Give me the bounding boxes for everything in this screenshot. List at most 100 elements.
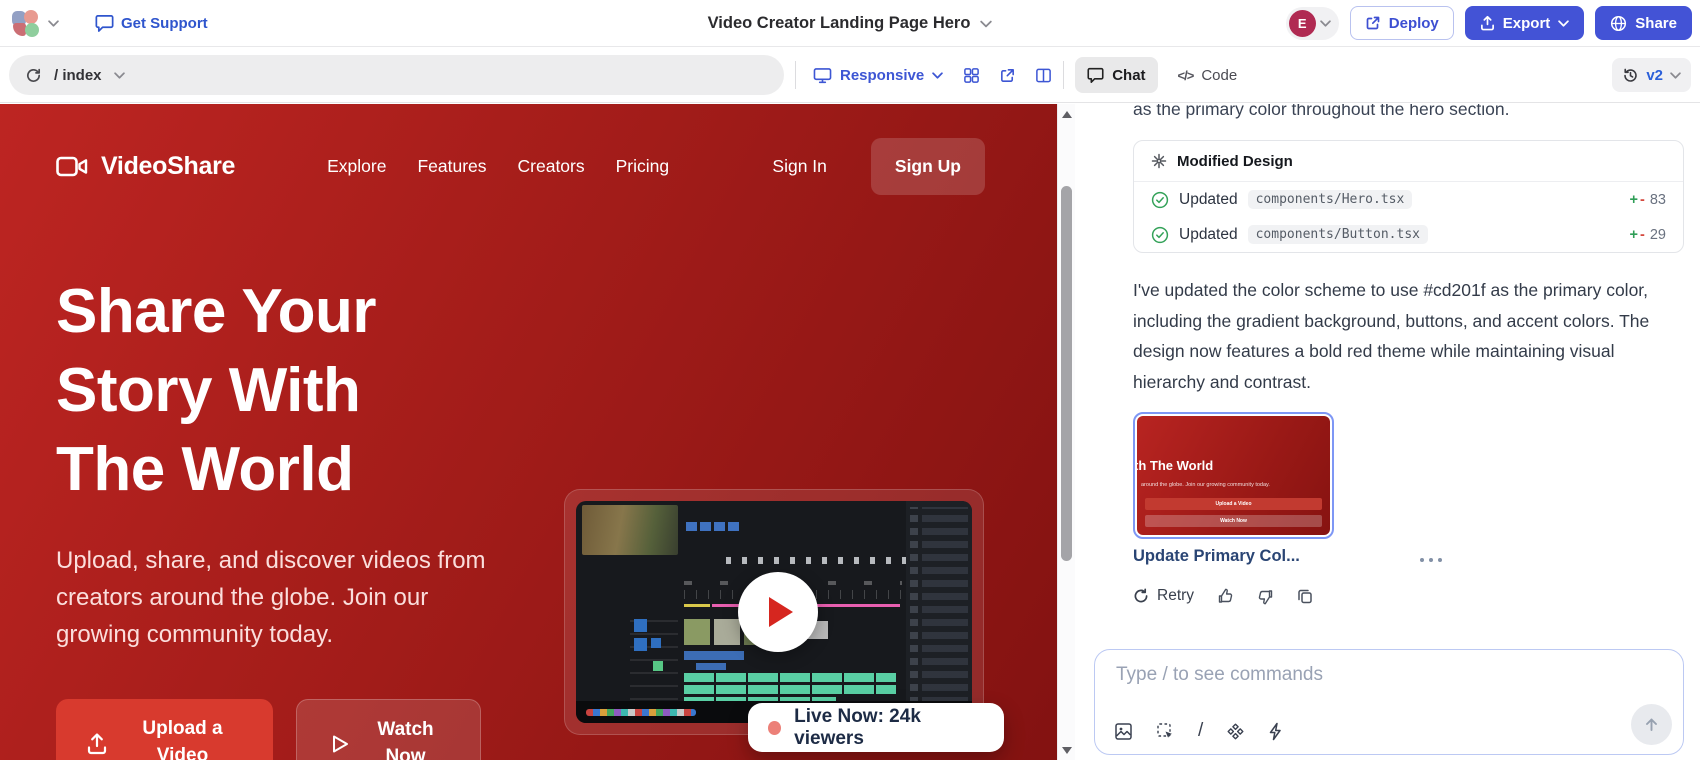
device-label: Responsive (840, 67, 924, 84)
check-circle-icon (1151, 226, 1169, 244)
editor-clip-thumb (714, 619, 740, 645)
code-icon: </> (1178, 68, 1194, 83)
upload-video-button[interactable]: Upload a Video (56, 699, 273, 760)
nav-link-features[interactable]: Features (417, 156, 486, 177)
change-action: Updated (1179, 191, 1238, 209)
slash-command-icon[interactable]: / (1198, 720, 1203, 742)
landing-nav-actions: Sign In Sign Up (772, 138, 985, 195)
thumbs-up-icon[interactable] (1217, 588, 1234, 605)
upload-video-label: Upload a Video (122, 715, 244, 760)
hero-headline-line: Share Your (56, 272, 376, 351)
watch-now-button[interactable]: Watch Now (296, 699, 481, 760)
version-selector[interactable]: v2 (1612, 58, 1691, 92)
chevron-down-icon[interactable] (114, 72, 125, 79)
chat-bubble-icon (1087, 67, 1104, 83)
check-circle-icon (1151, 191, 1169, 209)
split-columns-icon[interactable] (1035, 67, 1052, 84)
landing-brand-name: VideoShare (101, 152, 235, 181)
scrollbar-thumb[interactable] (1061, 186, 1072, 561)
live-dot-icon (768, 721, 781, 735)
lightning-icon[interactable] (1268, 722, 1284, 741)
assistant-message: I've updated the color scheme to use #cd… (1133, 275, 1678, 397)
get-support-button[interactable]: Get Support (95, 14, 208, 32)
export-label: Export (1503, 15, 1551, 32)
nav-link-creators[interactable]: Creators (518, 156, 585, 177)
scroll-up-arrow[interactable] (1062, 111, 1072, 118)
code-tab-label: Code (1201, 67, 1237, 84)
retry-button[interactable]: Retry (1133, 587, 1194, 605)
select-element-icon[interactable] (1156, 722, 1175, 741)
nav-link-explore[interactable]: Explore (327, 156, 386, 177)
editor-file-icons (910, 507, 918, 717)
component-board-icon[interactable] (963, 67, 980, 84)
open-in-new-icon[interactable] (999, 67, 1016, 84)
chat-panel: as the primary color throughout the hero… (1075, 104, 1700, 760)
image-icon[interactable] (1114, 722, 1133, 741)
diff-counts: + - 83 (1630, 192, 1666, 208)
play-button[interactable] (738, 572, 818, 652)
editor-file-list (922, 507, 968, 717)
account-menu[interactable]: E (1286, 7, 1339, 40)
diff-counts: + - 29 (1630, 227, 1666, 243)
changed-file-chip: components/Button.tsx (1248, 225, 1428, 244)
avatar: E (1289, 10, 1316, 37)
refresh-icon[interactable] (25, 67, 42, 84)
hero-headline: Share Your Story With The World (56, 272, 376, 509)
landing-nav-links: Explore Features Creators Pricing (327, 156, 669, 177)
preview-scrollbar[interactable] (1057, 104, 1075, 760)
device-selector[interactable]: Responsive (813, 67, 943, 84)
landing-brand[interactable]: VideoShare (56, 152, 235, 181)
editor-tool-button (651, 638, 661, 648)
assistant-message-clipped: as the primary color throughout the hero… (1133, 104, 1509, 120)
diff-plus: + (1630, 192, 1638, 208)
share-label: Share (1635, 15, 1677, 32)
top-bar: Get Support Video Creator Landing Page H… (0, 0, 1700, 47)
chevron-down-icon (1670, 72, 1681, 79)
thumbnail-headline: th The World (1137, 458, 1213, 473)
editor-clip-thumb (684, 619, 710, 645)
copy-icon[interactable] (1297, 588, 1313, 604)
hero-headline-line: The World (56, 430, 376, 509)
nav-link-pricing[interactable]: Pricing (616, 156, 670, 177)
change-row[interactable]: Updated components/Button.tsx + - 29 (1134, 217, 1683, 252)
route-path: / index (54, 67, 102, 84)
modified-design-card: Modified Design Updated components/Hero.… (1133, 140, 1684, 253)
diff-minus: - (1640, 192, 1645, 208)
modified-design-header: Modified Design (1134, 141, 1683, 182)
version-thumbnail[interactable]: th The World around the globe. Join our … (1133, 412, 1334, 539)
hero-headline-line: Story With (56, 351, 376, 430)
content-area: VideoShare Explore Features Creators Pri… (0, 104, 1700, 760)
sign-up-button[interactable]: Sign Up (871, 138, 985, 195)
chevron-down-icon[interactable] (48, 20, 59, 27)
monitor-icon (813, 67, 832, 84)
chat-input[interactable] (1116, 664, 1536, 686)
chat-input-box[interactable]: / (1094, 649, 1684, 755)
live-viewers-badge: Live Now: 24k viewers (748, 703, 1004, 752)
topbar-actions: E Deploy Export Share (1286, 6, 1692, 40)
chevron-down-icon[interactable] (980, 20, 992, 28)
retry-icon (1133, 588, 1149, 604)
export-button[interactable]: Export (1465, 6, 1585, 40)
integrations-icon[interactable] (1226, 722, 1245, 741)
preview-pane: VideoShare Explore Features Creators Pri… (0, 104, 1057, 760)
tab-code[interactable]: </> Code (1166, 57, 1250, 93)
hero-video-card (564, 489, 984, 735)
editor-transport-controls (726, 557, 906, 564)
thumbs-down-icon[interactable] (1257, 588, 1274, 605)
more-options-icon[interactable] (1420, 557, 1446, 563)
change-row[interactable]: Updated components/Hero.tsx + - 83 (1134, 182, 1683, 217)
send-button[interactable] (1631, 704, 1672, 745)
watch-now-label: Watch Now (364, 716, 448, 760)
play-outline-icon (330, 733, 350, 755)
divider (1063, 61, 1064, 89)
deploy-button[interactable]: Deploy (1350, 6, 1454, 40)
tab-chat[interactable]: Chat (1075, 57, 1157, 93)
app-logo[interactable] (12, 10, 39, 37)
share-button[interactable]: Share (1595, 6, 1692, 40)
editor-preview-photo (582, 505, 678, 555)
sign-in-link[interactable]: Sign In (772, 156, 826, 177)
version-caption[interactable]: Update Primary Col... (1133, 547, 1300, 566)
upload-icon (1480, 15, 1495, 31)
scroll-down-arrow[interactable] (1062, 747, 1072, 754)
url-bar[interactable]: / index (9, 55, 784, 95)
